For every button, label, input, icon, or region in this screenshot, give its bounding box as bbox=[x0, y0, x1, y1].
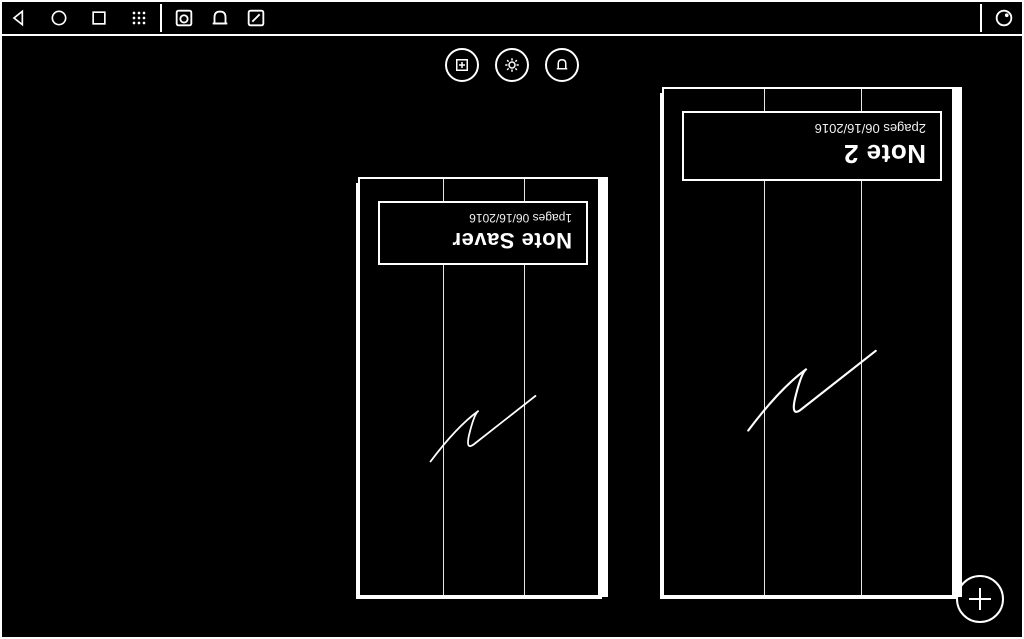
status-icon[interactable] bbox=[992, 6, 1016, 30]
apps-grid-icon[interactable] bbox=[128, 7, 150, 29]
statusbar-right bbox=[992, 6, 1016, 30]
plus-icon bbox=[979, 588, 982, 610]
system-statusbar bbox=[2, 2, 1022, 36]
note-date: 06/16/2016 bbox=[815, 121, 880, 136]
note-meta: 2pages 06/16/2016 bbox=[698, 121, 926, 136]
camera-icon[interactable] bbox=[172, 6, 196, 30]
note-spine bbox=[598, 179, 606, 595]
note-card[interactable]: Note 2 2pages 06/16/2016 bbox=[662, 87, 962, 597]
system-nav bbox=[8, 7, 150, 29]
note-label: Note Saver 1pages 06/16/2016 bbox=[378, 201, 588, 265]
note-card[interactable]: Note Saver 1pages 06/16/2016 bbox=[358, 177, 608, 597]
back-icon[interactable] bbox=[8, 7, 30, 29]
note-scribble-icon bbox=[727, 323, 897, 453]
note-title: Note Saver bbox=[394, 227, 572, 253]
add-note-fab[interactable] bbox=[956, 575, 1004, 623]
notes-content: Note 2 2pages 06/16/2016 bbox=[2, 92, 1022, 637]
notes-gallery: Note 2 2pages 06/16/2016 bbox=[2, 47, 1022, 637]
note-pages: 1pages bbox=[533, 211, 572, 225]
statusbar-tray bbox=[172, 6, 268, 30]
note-label: Note 2 2pages 06/16/2016 bbox=[682, 111, 942, 181]
recent-icon[interactable] bbox=[88, 7, 110, 29]
note-pages: 2pages bbox=[883, 121, 926, 136]
app-screen: Note 2 2pages 06/16/2016 bbox=[0, 0, 1024, 639]
note-meta: 1pages 06/16/2016 bbox=[394, 211, 572, 225]
statusbar-separator-right bbox=[980, 4, 982, 32]
note-spine bbox=[952, 89, 960, 595]
note-title: Note 2 bbox=[698, 138, 926, 169]
statusbar-separator bbox=[160, 4, 162, 32]
note-date: 06/16/2016 bbox=[469, 211, 529, 225]
note-scribble-icon bbox=[413, 374, 553, 479]
pen-icon[interactable] bbox=[244, 6, 268, 30]
notes-gallery-rotated: Note 2 2pages 06/16/2016 bbox=[2, 92, 1022, 637]
notification-icon[interactable] bbox=[208, 6, 232, 30]
home-icon[interactable] bbox=[48, 7, 70, 29]
